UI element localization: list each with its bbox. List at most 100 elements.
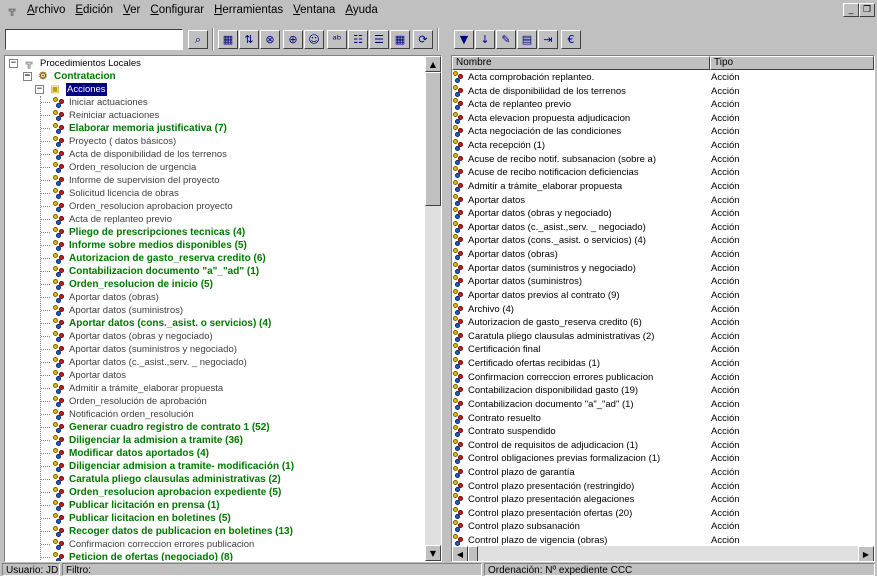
tree-item[interactable]: Recoger datos de publicacion en boletine… [41,525,293,538]
tree-item[interactable]: Informe sobre medios disponibles (5) [41,239,247,252]
tree-item[interactable]: Publicar licitación en prensa (1) [41,499,220,512]
tree-item[interactable]: Aportar datos (obras y negociado) [41,330,213,343]
tree-group[interactable]: − ⚙ Contratacion [19,70,116,83]
column-header-name[interactable]: Nombre [452,56,710,70]
tree-item[interactable]: Pliego de prescripciones tecnicas (4) [41,226,245,239]
list-row[interactable]: Acta recepción (1) Acción [452,139,874,153]
tree-item[interactable]: Autorizacion de gasto_reserva credito (6… [41,252,266,265]
list-row[interactable]: Control plazo de garantía Acción [452,465,874,480]
scroll-down-icon[interactable]: ▼ [425,545,441,561]
tree-item[interactable]: Aportar datos (cons._asist. o servicios)… [41,317,271,330]
menu-herramientas[interactable]: Herramientas [209,1,288,19]
list-row[interactable]: Acuse de recibo notif. subsanacion (sobr… [452,152,874,167]
tree-item[interactable]: Orden_resolucion de urgencia [41,161,196,174]
minimize-button[interactable]: _ [843,3,859,17]
tree-item[interactable]: Solicitud licencia de obras [41,187,179,200]
search-input[interactable] [5,29,183,50]
edit-icon[interactable]: ✎ [496,30,516,49]
tree-item[interactable]: Peticion de ofertas (negociado) (8) [41,551,233,561]
menu-configurar[interactable]: Configurar [145,1,209,19]
tree-item[interactable]: Generar cuadro registro de contrato 1 (5… [41,421,270,434]
menu-edicion[interactable]: Edición [70,1,118,19]
tree-item[interactable]: Notificación orden_resolución [41,408,194,421]
scroll-thumb[interactable] [468,546,478,561]
list-row[interactable]: Control plazo presentación alegaciones Ac… [452,493,874,507]
tree-item[interactable]: Acta de replanteo previo [41,213,172,226]
list-row[interactable]: Acta de replanteo previo Acción [452,98,874,112]
list-row[interactable]: Aportar datos Acción [452,193,874,208]
list-row[interactable]: Admitir a trámite_elaborar propuesta Acci… [452,179,874,194]
tree-item[interactable]: Proyecto ( datos básicos) [41,135,176,148]
menu-ventana[interactable]: Ventana [288,1,340,19]
tree-item[interactable]: Orden_resolucion aprobacion expediente (… [41,486,281,499]
list-row[interactable]: Control de requisitos de adjudicacion (1… [452,438,874,453]
scroll-left-icon[interactable]: ◀ [452,546,468,561]
people-icon[interactable]: ☺ [304,30,324,49]
filter-icon[interactable]: ▼ [454,30,474,49]
list-row[interactable]: Aportar datos (suministros y negociado) A… [452,261,874,276]
tree-item[interactable]: Reiniciar actuaciones [41,109,159,122]
tree-item[interactable]: Orden_resolucion de inicio (5) [41,278,213,291]
list-row[interactable]: Archivo (4) Acción [452,302,874,317]
list-row[interactable]: Acta elevacion propuesta adjudicacion Acc… [452,111,874,126]
app-icon[interactable]: ╦ [4,3,20,17]
tree-item[interactable]: Caratula pliego clausulas administrativa… [41,473,281,486]
scroll-right-icon[interactable]: ▶ [858,546,874,561]
list-row[interactable]: Confirmacion correccion errores publicac… [452,370,874,385]
tree-item[interactable]: Admitir a trámite_elaborar propuesta [41,382,223,395]
tree-item[interactable]: Aportar datos (obras) [41,291,159,304]
find-icon[interactable]: ⌕ [188,30,208,49]
tree-folder[interactable]: − ▣ Acciones [31,83,107,96]
list-view-icon[interactable]: ☰ [369,30,389,49]
menu-archivo[interactable]: Archivo [22,1,70,19]
list-row[interactable]: Caratula pliego clausulas administrativa… [452,329,874,344]
tree-item[interactable]: Confirmacion correccion errores publicac… [41,538,254,551]
list-row[interactable]: Acta de disponibilidad de los terrenos Ac… [452,84,874,99]
list-row[interactable]: Aportar datos (suministros) Acción [452,275,874,289]
tree-item[interactable]: Aportar datos (c._asist.,serv. _ negocia… [41,356,247,369]
list-row[interactable]: Aportar datos (obras y negociado) Acción [452,207,874,221]
list-row[interactable]: Aportar datos previos al contrato (9) Acc… [452,288,874,303]
scroll-thumb[interactable] [425,72,441,206]
tree-item[interactable]: Aportar datos [41,369,126,382]
list-row[interactable]: Aportar datos (c._asist.,serv. _ negocia… [452,220,874,235]
tree-item[interactable]: Aportar datos (suministros y negociado) [41,343,237,356]
tree-item[interactable]: Informe de supervision del proyecto [41,174,220,187]
restore-button[interactable]: ❐ [859,3,875,17]
tree-item[interactable]: Elaborar memoria justificativa (7) [41,122,227,135]
help-icon[interactable]: € [561,30,581,49]
table-icon[interactable]: ▦ [218,30,238,49]
list-row[interactable]: Certificado ofertas recibidas (1) Acción [452,357,874,371]
pane-splitter[interactable] [443,55,450,562]
binoculars-icon[interactable]: ⊗ [260,30,280,49]
export-icon[interactable]: ⇥ [538,30,558,49]
collapse-icon[interactable]: − [9,59,18,68]
outline-icon[interactable]: ☷ [348,30,368,49]
list-horizontal-scrollbar[interactable]: ◀ ▶ [452,546,874,561]
abc-icon[interactable]: ᵃᵇ [327,30,347,49]
list-row[interactable]: Control plazo subsanación Acción [452,520,874,534]
list-row[interactable]: Control obligaciones previas formalizaci… [452,452,874,466]
menu-ver[interactable]: Ver [118,1,145,19]
list-row[interactable]: Acta negociación de las condiciones Acció… [452,125,874,139]
collapse-icon[interactable]: − [23,72,32,81]
tree-item[interactable]: Diligenciar la admision a tramite (36) [41,434,243,447]
tree-item[interactable]: Modificar datos aportados (4) [41,447,209,460]
menu-ayuda[interactable]: Ayuda [340,1,382,19]
report-icon[interactable]: ▤ [517,30,537,49]
list-row[interactable]: Aportar datos (cons._asist. o servicios)… [452,234,874,248]
tree-item[interactable]: Acta de disponibilidad de los terrenos [41,148,227,161]
list-row[interactable]: Acta comprobación replanteo. Acción [452,71,874,85]
tree-item[interactable]: Aportar datos (suministros) [41,304,183,317]
tree-item[interactable]: Iniciar actuaciones [41,96,148,109]
list-row[interactable]: Contrato resuelto Acción [452,411,874,426]
list-row[interactable]: Aportar datos (obras) Acción [452,248,874,262]
list-row[interactable]: Acuse de recibo notificacion deficiencia… [452,166,874,180]
tree-item[interactable]: Publicar licitacion en boletines (5) [41,512,231,525]
zoom-icon[interactable]: ⊕ [283,30,303,49]
list-row[interactable]: Contabilizacion documento "a"_"ad" (1) Ac… [452,397,874,412]
sort-icon[interactable]: ⇅ [239,30,259,49]
scroll-up-icon[interactable]: ▲ [425,56,441,72]
list-row[interactable]: Certificación final Acción [452,343,874,357]
refresh-icon[interactable]: ⟳ [413,30,433,49]
